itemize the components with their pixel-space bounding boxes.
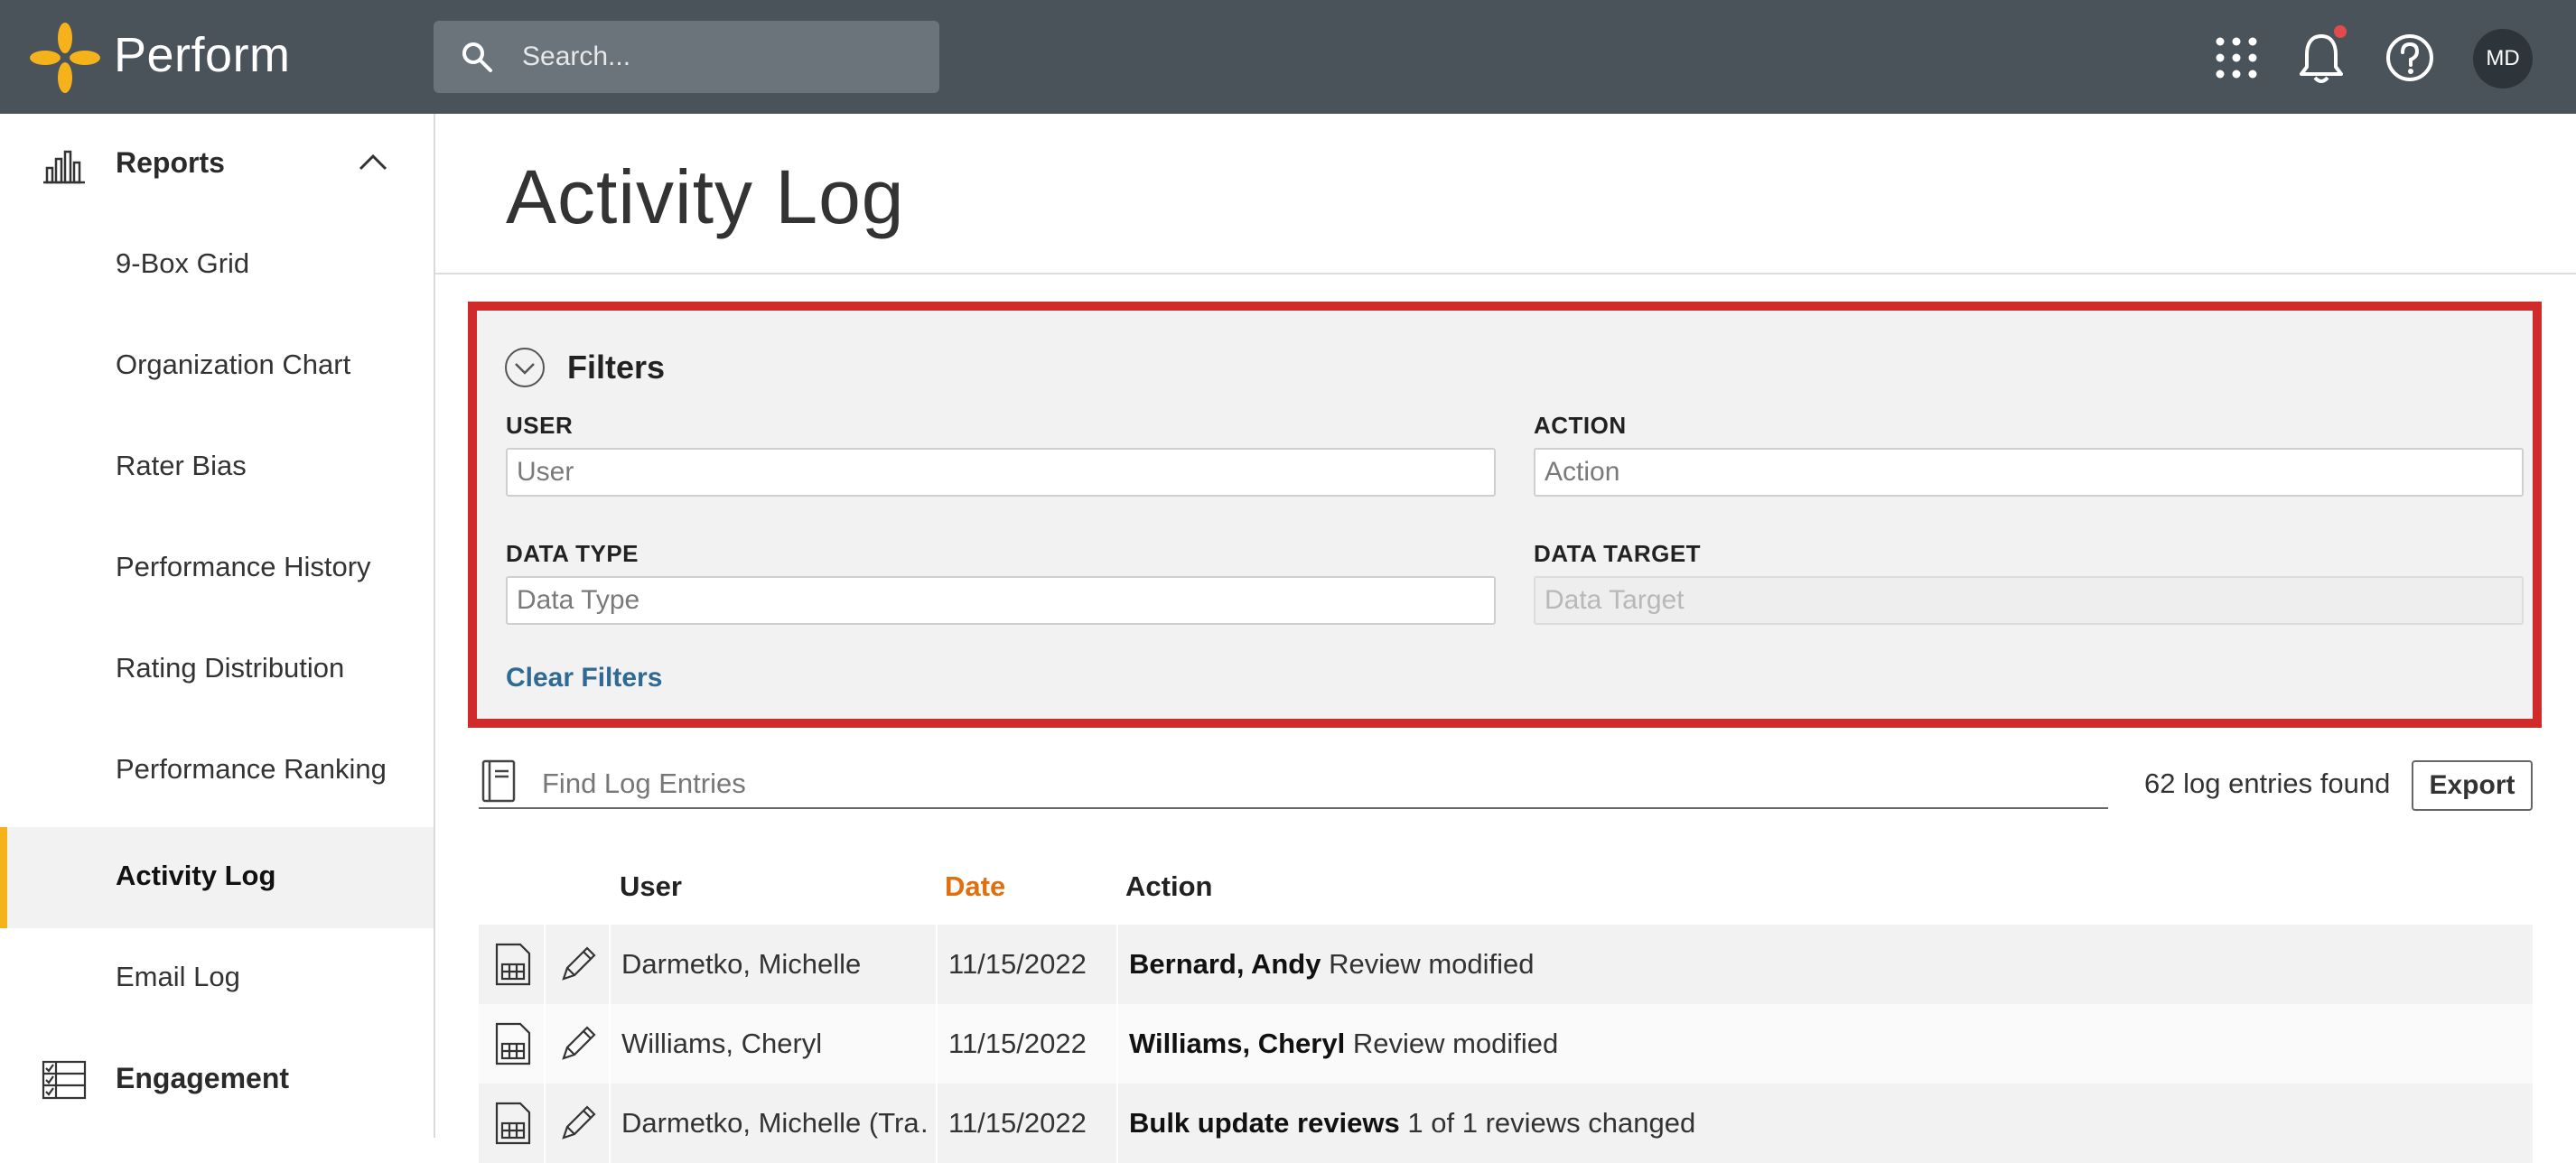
action-cell: Bulk update reviews 1 of 1 reviews chang… [1129,1107,1696,1139]
data-target-filter-input [1534,576,2524,625]
document-table-icon[interactable] [493,1102,533,1145]
date-cell: 11/15/2022 [938,1084,1118,1163]
user-filter-label: USER [506,412,574,439]
edit-cell[interactable] [546,925,611,1004]
edit-cell[interactable] [546,1004,611,1084]
table-row[interactable]: Darmetko, Michelle (Tra… 11/15/2022 Bulk… [479,1084,2533,1163]
user-filter-input[interactable] [506,448,1496,497]
sidebar-item-label: Performance Ranking [116,753,387,785]
pencil-icon[interactable] [556,1102,596,1145]
find-input-underline [479,807,2108,809]
search-input[interactable] [522,33,919,80]
sidebar-item-label: Activity Log [116,860,276,891]
pencil-icon[interactable] [556,943,596,986]
user-cell: Darmetko, Michelle (Tra… [611,1084,938,1163]
checklist-icon [42,1060,87,1100]
export-button[interactable]: Export [2412,760,2533,811]
sidebar-item-label: 9-Box Grid [116,247,250,279]
sidebar-item-rater-bias[interactable]: Rater Bias [0,417,434,518]
data-type-filter-input[interactable] [506,576,1496,625]
sidebar-item-performance-history[interactable]: Performance History [0,518,434,619]
divider [435,273,2576,274]
data-target-filter-label: DATA TARGET [1534,540,1702,567]
bar-chart-icon [43,150,85,184]
filters-title: Filters [567,349,666,386]
brand-name[interactable]: Perform [114,27,291,83]
sidebar-section-label: Engagement [116,1062,290,1094]
document-table-icon[interactable] [493,943,533,986]
sidebar-item-label: Performance History [116,551,371,582]
column-header-date[interactable]: Date [945,870,1005,903]
pencil-icon[interactable] [556,1022,596,1065]
sidebar-item-organization-chart[interactable]: Organization Chart [0,316,434,417]
user-avatar[interactable]: MD [2473,29,2533,88]
chevron-down-circle-icon[interactable] [504,347,546,388]
find-log-entries-input[interactable] [542,760,2105,807]
data-type-filter-label: DATA TYPE [506,540,639,567]
sidebar-item-rating-distribution[interactable]: Rating Distribution [0,619,434,721]
action-filter-input[interactable] [1534,448,2524,497]
sidebar-section-label: Reports [116,146,225,179]
sidebar-section-engagement[interactable]: Engagement [0,1029,434,1129]
sidebar: Reports 9-Box Grid Organization Chart Ra… [0,114,435,1138]
view-cell[interactable] [479,925,546,1004]
sidebar-item-email-log[interactable]: Email Log [0,928,434,1029]
edit-cell[interactable] [546,1084,611,1163]
search-icon [462,42,492,72]
table-row[interactable]: Darmetko, Michelle 11/15/2022 Bernard, A… [479,925,2533,1004]
action-cell: Williams, Cheryl Review modified [1129,1028,1559,1059]
page-title: Activity Log [506,154,905,239]
clear-filters-link[interactable]: Clear Filters [506,663,662,693]
user-cell: Darmetko, Michelle [611,925,938,1004]
column-header-user[interactable]: User [620,870,682,903]
sidebar-item-label: Organization Chart [116,349,351,380]
apps-grid-icon[interactable] [2209,31,2263,85]
filters-panel: Filters USER ACTION DATA TYPE DATA TARGE… [468,302,2542,728]
sidebar-item-activity-log[interactable]: Activity Log [0,827,434,928]
global-search[interactable] [434,21,939,93]
sidebar-item-label: Rater Bias [116,450,247,481]
date-cell: 11/15/2022 [938,1004,1118,1084]
chevron-up-icon[interactable] [358,152,388,172]
sidebar-section-reports[interactable]: Reports [0,114,434,213]
notification-badge [2334,25,2347,38]
top-bar: Perform MD [0,0,2576,114]
view-cell[interactable] [479,1004,546,1084]
action-filter-label: ACTION [1534,412,1627,439]
bell-icon [2300,34,2343,83]
view-cell[interactable] [479,1084,546,1163]
help-icon[interactable] [2383,31,2437,85]
column-header-action[interactable]: Action [1125,870,1212,903]
sidebar-item-label: Email Log [116,961,240,992]
document-table-icon[interactable] [493,1022,533,1065]
log-book-icon [481,759,516,803]
sidebar-item-9-box-grid[interactable]: 9-Box Grid [0,215,434,316]
notifications-button[interactable] [2294,25,2348,85]
sidebar-item-label: Rating Distribution [116,652,345,684]
date-cell: 11/15/2022 [938,925,1118,1004]
log-count-text: 62 log entries found [2144,768,2391,799]
table-row[interactable]: Williams, Cheryl 11/15/2022 Williams, Ch… [479,1004,2533,1084]
sidebar-item-performance-ranking[interactable]: Performance Ranking [0,721,434,822]
action-cell: Bernard, Andy Review modified [1129,948,1535,980]
user-cell: Williams, Cheryl [611,1004,938,1084]
perform-logo-icon[interactable] [29,22,101,94]
